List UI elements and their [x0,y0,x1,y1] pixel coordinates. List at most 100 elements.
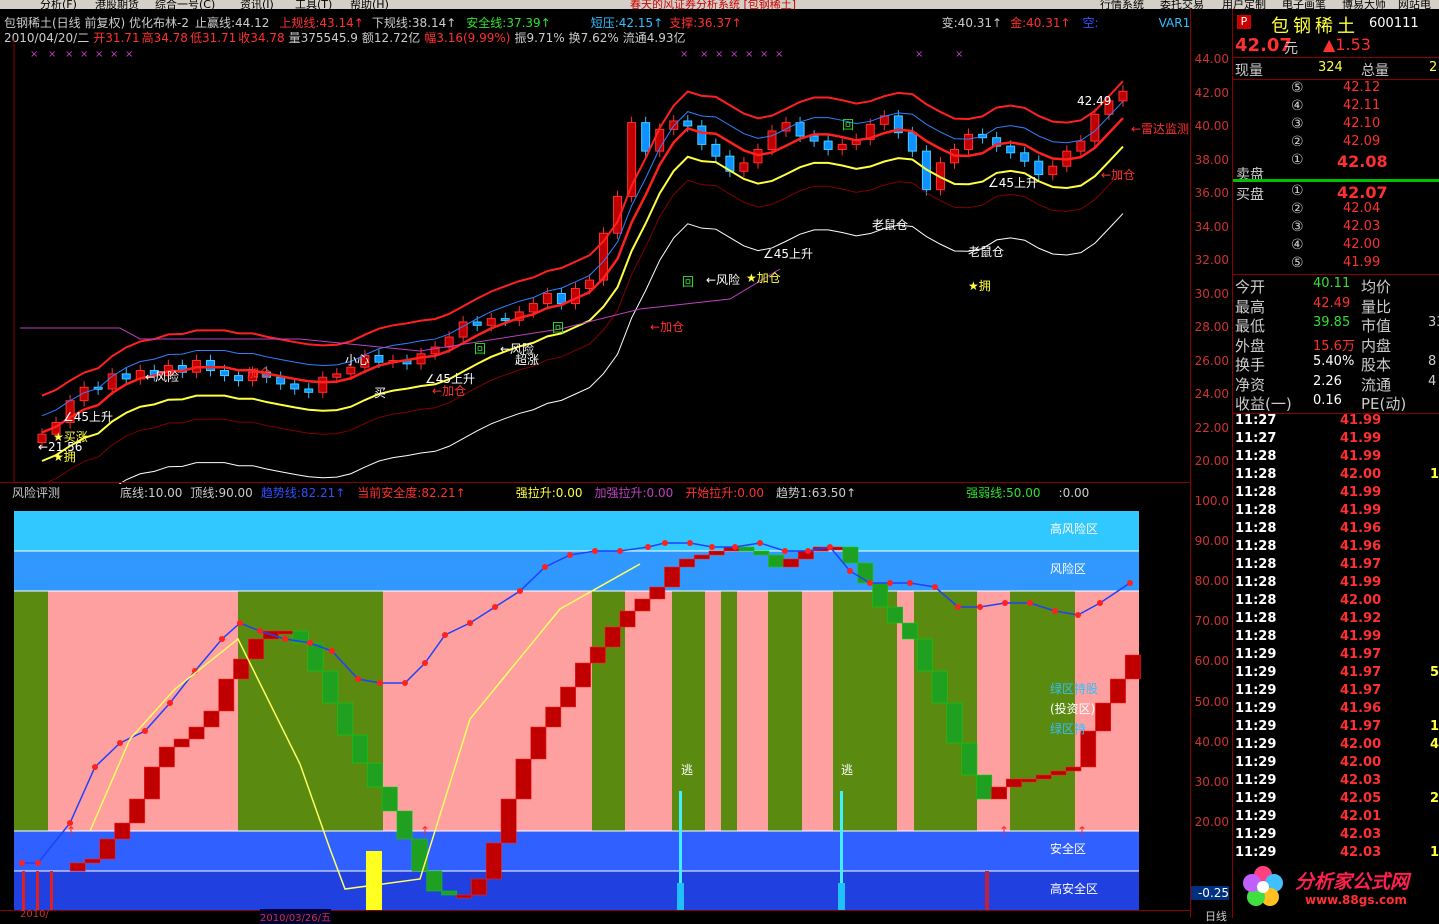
fall-block [381,786,398,812]
rise-block [248,638,264,660]
fall-block [961,742,978,776]
price-tick-label: 36.00 [1194,186,1229,200]
rise-block [1050,770,1067,776]
stat-label: 最高 [1235,297,1266,316]
up-arrow-icon: ↑ [1077,824,1087,838]
up-candle [964,133,974,150]
fall-block [441,890,458,896]
stat-label: PE(动) [1361,395,1407,413]
chart-annotation: ←雷达监测 [1131,122,1189,136]
fall-block [337,702,354,736]
down-candle [500,318,510,322]
stat-row: 今开 40.11 均价 [1233,276,1439,296]
trend-dot [19,860,25,866]
menu-item-combo[interactable]: 综合一号(C) [155,0,215,9]
rise-block [173,738,190,748]
info-item: 底线:10.00 [120,486,183,500]
zone-label: 高风险区 [1050,521,1098,536]
menu-item-info[interactable]: 资讯(I) [240,0,274,9]
logo-url: www.88gs.com [1305,893,1407,907]
tick-time: 11:29 [1235,827,1277,842]
tick-time: 11:29 [1235,683,1277,698]
stat-row: 净资 2.26 流通 4 [1233,374,1439,394]
tick-price: 42.00 [1340,755,1382,770]
tab-web-tv[interactable]: 网站电视 [1398,0,1439,9]
rise-block [144,766,160,800]
info-item: 趋势线:82.21↑ [260,486,346,500]
tick-time: 11:29 [1235,737,1277,752]
level-index: ① [1291,152,1304,168]
menu-item-analysis[interactable]: 分析(F) [40,0,77,9]
info-item: 加强拉升:0.00 [594,486,674,500]
trend-dot [237,620,243,626]
fall-block [946,702,963,744]
down-candle [907,132,917,152]
tick-row: 11:28 41.99 [1233,485,1439,503]
menu-item-help[interactable]: 帮助(H) [350,0,389,9]
menu-item-hk-futures[interactable]: 港股期货 [95,0,139,9]
risk-zone [14,551,1139,591]
trend-dot [117,740,123,746]
trend-dot [847,568,853,574]
menu-item-tools[interactable]: 工具(T) [295,0,332,9]
rise-block [664,566,681,588]
chart-annotation: ←21.56 [38,440,82,454]
zone-label: 安全区 [1050,841,1086,856]
rise-block [218,678,235,712]
up-candle [318,376,328,393]
chart-annotation: 加仓 [247,366,271,380]
escape-signal-base [838,883,845,911]
rise-block [515,758,532,800]
trend-dot [1075,612,1081,618]
rise-block [1095,702,1112,732]
price-tick-label: 34.00 [1194,219,1229,234]
level-price: 41.99 [1343,255,1381,270]
tab-trade[interactable]: 委托交易 [1160,0,1204,9]
rise-block [99,838,116,860]
candles [37,85,1128,449]
trend-dot [1127,580,1133,586]
tab-pen[interactable]: 电子画笔 [1282,0,1326,9]
book-level: ③ 42.10 [1233,116,1439,134]
stat-label: 最低 [1235,317,1266,335]
stat-value: 0.16 [1313,393,1342,408]
tab-master[interactable]: 博易大师 [1342,0,1386,9]
down-candle [205,360,215,372]
signal-marker: × [110,49,118,60]
logo-text: 分析家公式网 [1295,871,1410,893]
level-price: 42.00 [1343,237,1381,252]
chart-annotation: ∠45上升 [988,176,1038,190]
rise-block [604,626,621,648]
level-price: 42.04 [1343,201,1381,216]
ask-book: ⑤ 42.12 ④ 42.11 ③ 42.10 ② 42.09 ① 42.08 卖盘 [1233,80,1439,183]
trend-dot [92,764,98,770]
stat-row: 收益(一) 0.16 PE(动) [1233,393,1439,413]
rise-block [1006,778,1022,788]
up-candle [781,122,791,132]
tick-volume: 1 [1430,467,1439,482]
info-item: 强拉升:0.00 [515,486,583,500]
tick-time: 11:28 [1235,521,1277,536]
signal-marker: × [730,49,738,60]
tick-time: 11:28 [1235,485,1277,500]
date-cursor: 2010/03/26/五 [260,909,332,924]
zone-label: 风险区 [1050,561,1086,576]
tab-quote-system[interactable]: 行情系统 [1100,0,1144,9]
date-left: 2010/ [20,909,49,920]
fall-block [738,546,755,552]
up-candle [486,318,496,326]
rise-block [84,858,101,864]
trend-dot [662,540,668,546]
tab-custom[interactable]: 用户定制 [1222,0,1266,9]
zone-label: 逃 [841,763,853,777]
trend-dot [617,548,623,554]
tick-row: 11:29 42.01 [1233,809,1439,827]
level-price: 42.12 [1343,80,1381,95]
main-kline-chart[interactable]: × × × × × × × × × × × × × × × ×∠45上升★买涨★拥←21.56←风险 加仓小心∠… [0,9,1190,484]
chart-area[interactable]: 包钢稀土(日线 前复权) 优化布林-2 止赢线:44.12 上规线:43.14↑ 下规… [0,9,1305,924]
zone-label: 逃 [681,763,693,777]
tick-list[interactable]: 11:27 41.99 11:27 41.99 11:28 41.99 11:28 42.00… [1233,413,1439,863]
trend-dot [732,544,738,550]
risk-assessment-chart[interactable]: ↑ ↑ ↑ ↑ 高风险区风险区绿区持股 (投资区) 绿区持安全区高安全区 逃 逃 [0,499,1190,918]
tick-price: 41.97 [1340,665,1382,680]
